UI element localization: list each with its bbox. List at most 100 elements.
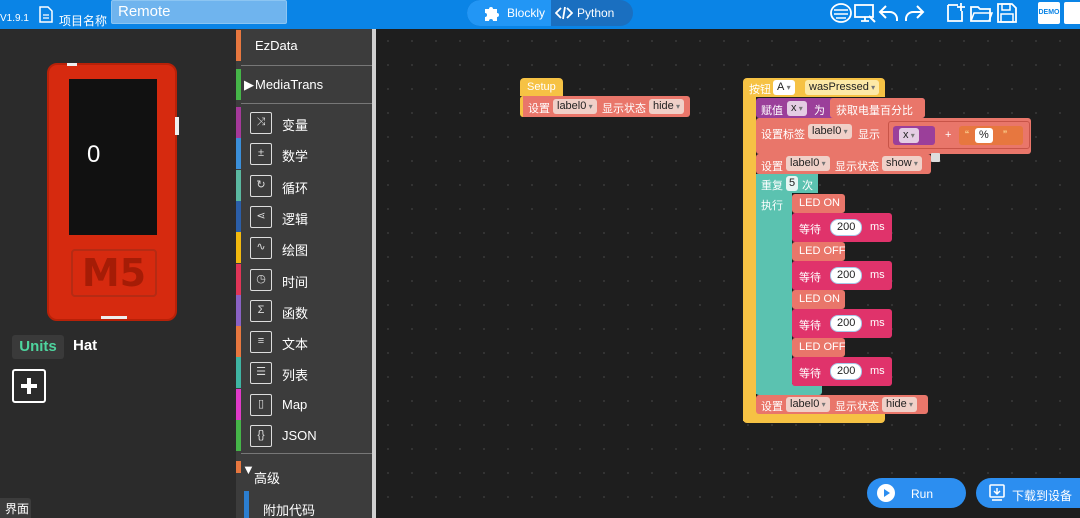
category-advanced[interactable]: ▼ 高级 — [236, 459, 372, 490]
category-color-bar — [236, 69, 241, 100]
firmware-icon[interactable] — [829, 2, 853, 24]
show-label: 显示 — [858, 129, 880, 141]
category-label: 高级 — [254, 471, 281, 486]
category-label: 文本 — [282, 337, 309, 353]
label-dropdown[interactable]: label0 — [786, 156, 830, 171]
category-color-bar — [236, 326, 241, 358]
code-icon — [555, 6, 573, 20]
led-label: LED ON — [799, 293, 840, 305]
examples-icon[interactable] — [1064, 2, 1080, 24]
block-workspace[interactable]: Setup 设置 label0 显示状态 hide 按钮 A wasPresse… — [376, 29, 1080, 518]
setup-hat-block[interactable]: Setup — [520, 78, 563, 96]
set-label-text-block[interactable]: 设置标签 label0 显示 x + “ % ” — [756, 118, 1031, 154]
assign-variable-block[interactable]: 赋值 x 为 获取电量百分比 — [756, 98, 925, 118]
function-icon: Σ — [250, 299, 272, 322]
category-math[interactable]: ± 数学 — [236, 138, 372, 170]
category-function[interactable]: Σ 函数 — [236, 294, 372, 326]
category-text[interactable]: ≡ 文本 — [236, 326, 372, 358]
wait-block[interactable]: 等待 200 ms — [792, 309, 892, 338]
variable-dropdown[interactable]: x — [787, 101, 807, 116]
event-dropdown[interactable]: wasPressed — [805, 80, 880, 95]
screen-label[interactable]: 0 — [87, 141, 100, 169]
monitor-icon[interactable] — [853, 2, 877, 24]
display-state-label: 显示状态 — [835, 401, 879, 413]
variable-x-block[interactable]: x — [893, 126, 935, 145]
led-on-block[interactable]: LED ON — [792, 290, 845, 309]
category-color-bar — [236, 200, 241, 232]
map-icon: ▯ — [250, 393, 272, 416]
button-event-hat-block[interactable]: 按钮 A wasPressed — [743, 78, 885, 97]
set-label-text-label: 设置标签 — [761, 129, 805, 141]
add-unit-button[interactable] — [12, 369, 46, 403]
wait-block[interactable]: 等待 200 ms — [792, 261, 892, 290]
wait-ms-input[interactable]: 200 — [830, 267, 863, 284]
category-label: 列表 — [282, 368, 309, 384]
category-time[interactable]: ◷ 时间 — [236, 263, 372, 295]
category-loop[interactable]: ↻ 循环 — [236, 169, 372, 201]
wait-label: 等待 — [799, 224, 821, 236]
comment-marker-icon[interactable] — [931, 153, 940, 162]
category-json[interactable]: {} JSON — [236, 420, 372, 451]
category-map[interactable]: ▯ Map — [236, 388, 372, 420]
wait-block[interactable]: 等待 200 ms — [792, 357, 892, 386]
variable-dropdown[interactable]: x — [899, 128, 919, 143]
project-name-input[interactable]: Remote — [111, 0, 287, 24]
led-off-block[interactable]: LED OFF — [792, 338, 845, 357]
wait-block[interactable]: 等待 200 ms — [792, 213, 892, 242]
wait-ms-input[interactable]: 200 — [830, 363, 863, 380]
battery-percent-block[interactable]: 获取电量百分比 — [830, 98, 925, 118]
text-join-block[interactable]: x + “ % ” — [888, 121, 1030, 149]
category-draw[interactable]: ∿ 绘图 — [236, 232, 372, 264]
text-string-block[interactable]: “ % ” — [959, 126, 1023, 145]
tab-units[interactable]: Units — [12, 335, 64, 359]
wait-ms-input[interactable]: 200 — [830, 219, 863, 236]
category-logic[interactable]: ⋖ 逻辑 — [236, 200, 372, 232]
category-ezdata[interactable]: EzData — [236, 30, 372, 61]
state-dropdown[interactable]: hide — [649, 99, 685, 114]
setup-set-state-block[interactable]: 设置 label0 显示状态 hide — [520, 96, 690, 117]
expand-arrow-icon: ▶ — [244, 77, 254, 92]
category-color-bar — [236, 169, 241, 201]
save-icon[interactable] — [995, 2, 1019, 24]
mode-blockly-button[interactable]: Blockly — [467, 0, 551, 26]
set-state-hide-block[interactable]: 设置 label0 显示状态 hide — [756, 395, 928, 414]
wait-ms-input[interactable]: 200 — [830, 315, 863, 332]
mode-python-button[interactable]: Python — [551, 0, 633, 26]
run-button[interactable]: Run — [867, 478, 966, 508]
label-dropdown[interactable]: label0 — [553, 99, 597, 114]
set-state-show-block[interactable]: 设置 label0 显示状态 show — [756, 154, 931, 174]
draw-icon: ∿ — [250, 237, 272, 260]
quote-close-icon: ” — [1003, 128, 1007, 142]
category-label: Map — [282, 396, 308, 412]
repeat-block[interactable]: 重复 5 次 — [756, 174, 818, 193]
state-dropdown[interactable]: show — [882, 156, 922, 171]
button-dropdown[interactable]: A — [773, 80, 795, 95]
repeat-label: 重复 — [761, 180, 783, 192]
category-color-bar — [236, 263, 241, 295]
download-button[interactable]: 下载到设备 — [976, 478, 1080, 508]
new-file-icon[interactable] — [944, 2, 968, 24]
device-screen[interactable]: 0 — [69, 79, 157, 235]
redo-icon[interactable] — [902, 2, 926, 24]
led-on-block[interactable]: LED ON — [792, 194, 845, 213]
undo-icon[interactable] — [877, 2, 901, 24]
category-mediatrans[interactable]: ▶ MediaTrans — [236, 69, 372, 100]
category-extra-code[interactable]: 附加代码 — [244, 491, 372, 518]
category-list[interactable]: ☰ 列表 — [236, 357, 372, 389]
led-off-block[interactable]: LED OFF — [792, 242, 845, 261]
category-label: 绘图 — [282, 243, 309, 259]
demo-icon[interactable]: DEMO — [1038, 2, 1060, 24]
category-color-bar — [236, 388, 241, 420]
tab-hat[interactable]: Hat — [73, 337, 97, 354]
document-icon[interactable] — [39, 6, 53, 23]
text-input[interactable]: % — [975, 128, 993, 143]
quote-open-icon: “ — [965, 128, 969, 142]
label-dropdown[interactable]: label0 — [786, 397, 830, 412]
repeat-count-input[interactable]: 5 — [786, 176, 799, 191]
ui-tab[interactable]: 界面 — [0, 498, 31, 518]
set-label: 设置 — [761, 401, 783, 413]
label-dropdown[interactable]: label0 — [808, 124, 852, 139]
state-dropdown[interactable]: hide — [882, 397, 918, 412]
open-folder-icon[interactable] — [969, 2, 993, 24]
category-variable[interactable]: ⤨ 变量 — [236, 107, 372, 138]
